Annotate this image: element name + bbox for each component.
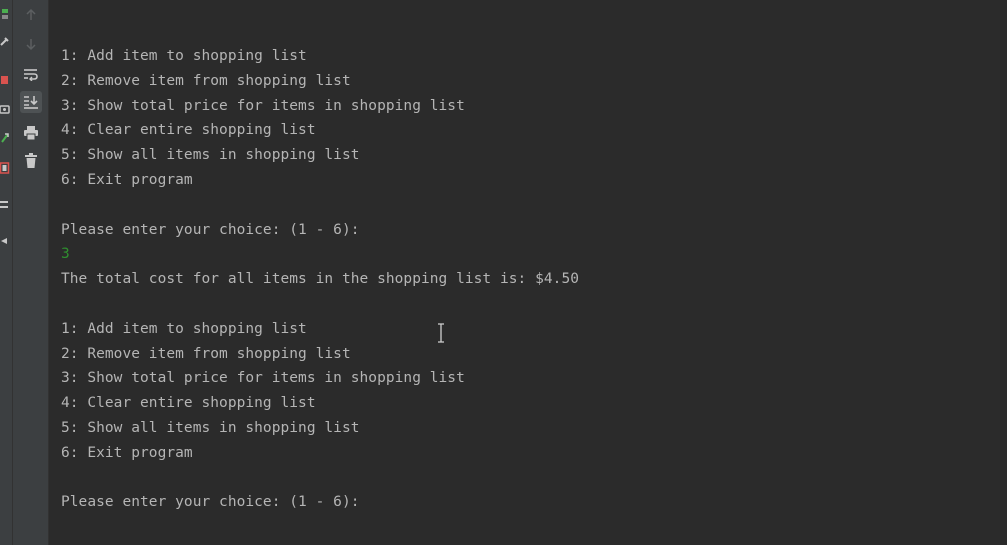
console-output-line: 1: Add item to shopping list	[61, 320, 307, 337]
print-icon[interactable]	[20, 122, 42, 144]
rerun-icon[interactable]	[0, 8, 10, 20]
console-output-line: Please enter your choice: (1 - 6):	[61, 494, 360, 511]
console-output-line: 3: Show total price for items in shoppin…	[61, 370, 465, 387]
stop-icon[interactable]	[0, 74, 10, 86]
console-output-line: 3: Show total price for items in shoppin…	[61, 97, 465, 114]
console-text[interactable]: 1: Add item to shopping list 2: Remove it…	[61, 44, 579, 515]
console-output-line: 5: Show all items in shopping list	[61, 147, 360, 164]
soft-wrap-icon[interactable]	[20, 63, 42, 85]
exit-icon[interactable]	[0, 162, 10, 174]
pin-icon[interactable]	[0, 235, 10, 247]
text-cursor-icon	[435, 323, 447, 343]
console-output-line: The total cost for all items in the shop…	[61, 271, 580, 288]
console-output-line: 2: Remove item from shopping list	[61, 72, 351, 89]
console-output-line: 2: Remove item from shopping list	[61, 345, 351, 362]
trash-icon[interactable]	[20, 150, 42, 172]
console-toolbar	[13, 0, 49, 545]
console-output-line: 1: Add item to shopping list	[61, 48, 307, 64]
console-output-line: 6: Exit program	[61, 444, 193, 461]
ide-run-window: 1: Add item to shopping list 2: Remove it…	[0, 0, 1007, 545]
console-output-line: 5: Show all items in shopping list	[61, 419, 360, 436]
camera-icon[interactable]	[0, 103, 10, 115]
console-output-area[interactable]: 1: Add item to shopping list 2: Remove it…	[49, 0, 1007, 545]
layout-icon[interactable]	[0, 199, 10, 211]
console-output-line: 4: Clear entire shopping list	[61, 122, 316, 139]
console-output-line: 4: Clear entire shopping list	[61, 395, 316, 412]
wrench-icon[interactable]	[0, 36, 10, 48]
down-arrow-icon[interactable]	[20, 33, 42, 55]
console-output-line: 6: Exit program	[61, 171, 193, 188]
restore-layout-icon[interactable]	[0, 132, 10, 144]
scroll-to-end-icon[interactable]	[20, 91, 42, 113]
console-output-line: Please enter your choice: (1 - 6):	[61, 221, 360, 238]
console-input-line: 3	[61, 246, 70, 263]
left-tool-strip	[0, 0, 13, 545]
up-arrow-icon[interactable]	[20, 4, 42, 26]
